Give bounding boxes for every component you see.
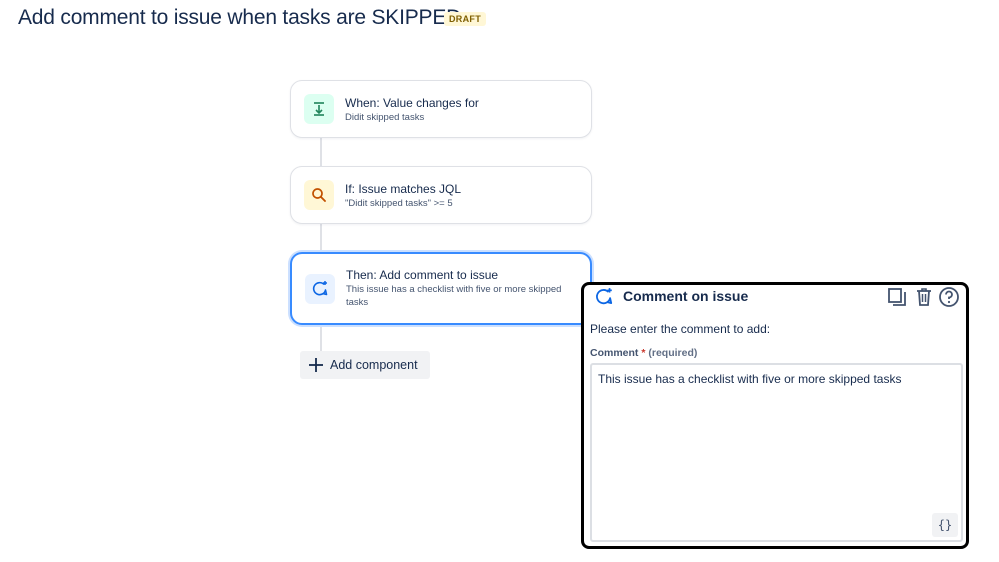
help-icon[interactable] xyxy=(938,286,960,308)
add-component-label: Add component xyxy=(330,358,418,372)
component-subtitle: Didit skipped tasks xyxy=(345,112,425,123)
comment-field-label: Comment * (required) xyxy=(590,347,697,359)
comment-textarea[interactable]: This issue has a checklist with five or … xyxy=(590,363,963,542)
comment-add-icon xyxy=(305,274,335,304)
comment-add-icon xyxy=(596,288,613,305)
status-badge: DRAFT xyxy=(444,12,486,26)
component-title: If: Issue matches JQL xyxy=(345,182,462,196)
plus-icon xyxy=(309,358,323,372)
flow-connector xyxy=(320,138,322,167)
component-title: When: Value changes for xyxy=(345,96,479,110)
trash-icon[interactable] xyxy=(913,286,935,308)
required-text: (required) xyxy=(648,347,698,359)
add-component-button[interactable]: Add component xyxy=(300,351,430,379)
trigger-component-card[interactable]: When: Value changes for Didit skipped ta… xyxy=(290,80,592,138)
required-marker: * xyxy=(641,347,646,359)
page-title: Add comment to issue when tasks are SKIP… xyxy=(18,6,462,29)
component-title: Then: Add comment to issue xyxy=(346,268,499,282)
comment-value: This issue has a checklist with five or … xyxy=(598,372,902,386)
flow-connector xyxy=(320,325,322,351)
field-label-text: Comment xyxy=(590,347,639,359)
condition-component-card[interactable]: If: Issue matches JQL "Didit skipped tas… xyxy=(290,166,592,224)
component-subtitle: "Didit skipped tasks" >= 5 xyxy=(345,198,453,209)
panel-title: Comment on issue xyxy=(623,288,749,304)
component-config-panel: Comment on issue Please enter the commen… xyxy=(581,282,969,549)
component-subtitle: This issue has a checklist with five or … xyxy=(346,284,562,308)
smart-values-button[interactable]: {} xyxy=(932,513,958,537)
panel-description: Please enter the comment to add: xyxy=(590,322,771,336)
trigger-icon xyxy=(304,94,334,124)
action-component-card[interactable]: Then: Add comment to issue This issue ha… xyxy=(290,252,592,325)
duplicate-icon[interactable] xyxy=(886,286,908,308)
search-icon xyxy=(304,180,334,210)
flow-connector xyxy=(320,224,322,253)
